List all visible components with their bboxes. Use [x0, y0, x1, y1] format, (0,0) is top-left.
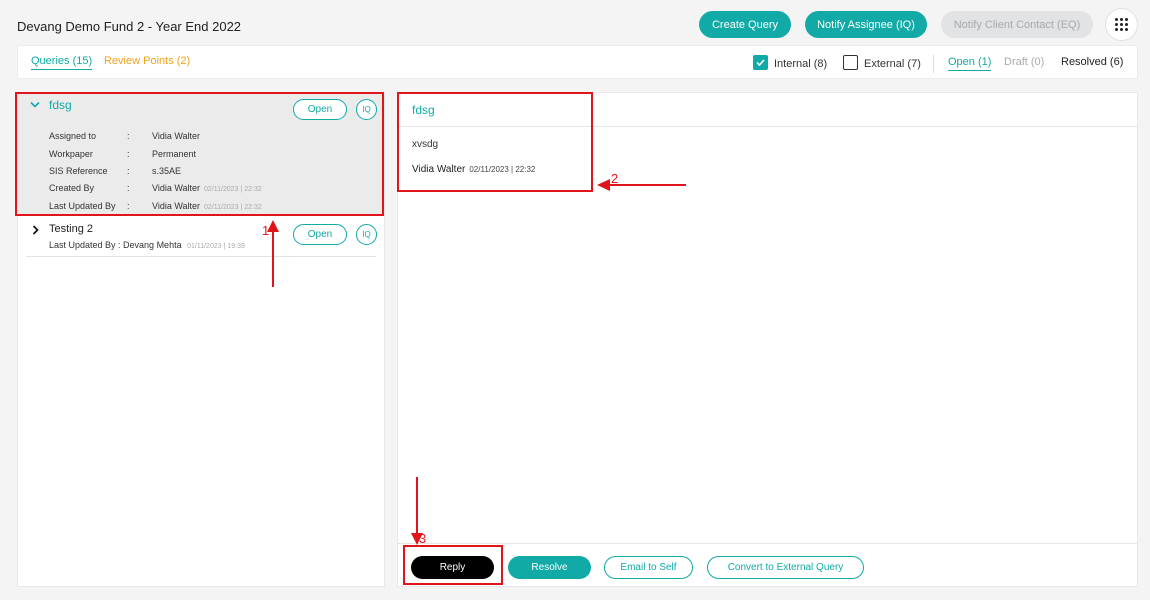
- action-footer: Reply Resolve Email to Self Convert to E…: [398, 543, 1137, 586]
- query-last-updated: Last Updated By : Devang Mehta 01/11/202…: [49, 240, 245, 250]
- detail-value: Permanent: [152, 149, 197, 159]
- reply-button[interactable]: Reply: [411, 556, 494, 579]
- notify-assignee-button[interactable]: Notify Assignee (IQ): [805, 11, 927, 38]
- detail-label: SIS Reference: [49, 166, 108, 176]
- query-item-collapsed[interactable]: Testing 2 Last Updated By : Devang Mehta…: [18, 221, 384, 257]
- status-tab-open[interactable]: Open (1): [948, 56, 992, 71]
- annotation-number-1: 1: [262, 223, 270, 238]
- chevron-down-icon[interactable]: [30, 101, 40, 109]
- detail-label: Last Updated By: [49, 201, 116, 211]
- tab-queries[interactable]: Queries (15): [31, 55, 93, 70]
- email-to-self-button[interactable]: Email to Self: [604, 556, 693, 579]
- detail-label: Assigned to: [49, 131, 97, 141]
- notify-client-contact-button[interactable]: Notify Client Contact (EQ): [941, 11, 1093, 38]
- query-list-panel: fdsg Open IQ Assigned to: Vidia Walter W…: [17, 92, 385, 587]
- internal-filter-label: Internal (8): [774, 58, 828, 70]
- list-divider: [26, 256, 376, 257]
- detail-label: Workpaper: [49, 149, 93, 159]
- filter-divider: [933, 55, 934, 73]
- query-item-expanded[interactable]: fdsg Open IQ Assigned to: Vidia Walter W…: [18, 93, 384, 215]
- internal-checkbox[interactable]: [753, 55, 768, 70]
- query-timestamp: 01/11/2023 | 19:39: [187, 243, 245, 250]
- query-type-badge[interactable]: IQ: [356, 224, 377, 245]
- message-timestamp: 02/11/2023 | 22:32: [469, 165, 536, 174]
- query-title: fdsg: [49, 98, 72, 112]
- checkmark-icon: [756, 59, 765, 67]
- query-type-badge[interactable]: IQ: [356, 99, 377, 120]
- author-name: Vidia Walter: [412, 164, 466, 175]
- query-status-badge[interactable]: Open: [293, 224, 347, 245]
- detail-timestamp: 02/11/2023 | 22:32: [204, 204, 262, 211]
- tab-review-points[interactable]: Review Points (2): [104, 55, 190, 67]
- grid-icon: [1115, 18, 1128, 31]
- detail-value: Vidia Walter 02/11/2023 | 22:32: [152, 201, 262, 211]
- apps-menu-button[interactable]: [1105, 8, 1138, 41]
- tab-bar: Queries (15) Review Points (2) Internal …: [17, 45, 1138, 79]
- detail-label: Created By: [49, 183, 95, 193]
- detail-header: fdsg: [398, 93, 1137, 127]
- detail-value: Vidia Walter: [152, 131, 201, 141]
- create-query-button[interactable]: Create Query: [699, 11, 791, 38]
- resolve-button[interactable]: Resolve: [508, 556, 591, 579]
- status-tab-resolved[interactable]: Resolved (6): [1061, 56, 1123, 68]
- external-checkbox[interactable]: [843, 55, 858, 70]
- top-bar: Devang Demo Fund 2 - Year End 2022 Creat…: [0, 0, 1150, 45]
- page-title: Devang Demo Fund 2 - Year End 2022: [17, 19, 242, 34]
- external-filter-label: External (7): [864, 58, 921, 70]
- detail-timestamp: 02/11/2023 | 22:32: [204, 186, 262, 193]
- detail-value: Vidia Walter 02/11/2023 | 22:32: [152, 183, 262, 193]
- query-detail-panel: fdsg xvsdg Vidia Walter 02/11/2023 | 22:3…: [397, 92, 1138, 587]
- detail-value: s.35AE: [152, 166, 182, 176]
- message-body: xvsdg: [412, 139, 439, 150]
- annotation-number-2: 2: [611, 171, 619, 186]
- convert-to-external-query-button[interactable]: Convert to External Query: [707, 556, 864, 579]
- query-status-badge[interactable]: Open: [293, 99, 347, 120]
- chevron-right-icon[interactable]: [32, 225, 40, 235]
- status-tab-draft[interactable]: Draft (0): [1004, 56, 1044, 68]
- query-title: Testing 2: [49, 223, 94, 235]
- annotation-number-3: 3: [419, 531, 427, 546]
- detail-title: fdsg: [412, 103, 435, 117]
- message-author: Vidia Walter 02/11/2023 | 22:32: [412, 164, 535, 175]
